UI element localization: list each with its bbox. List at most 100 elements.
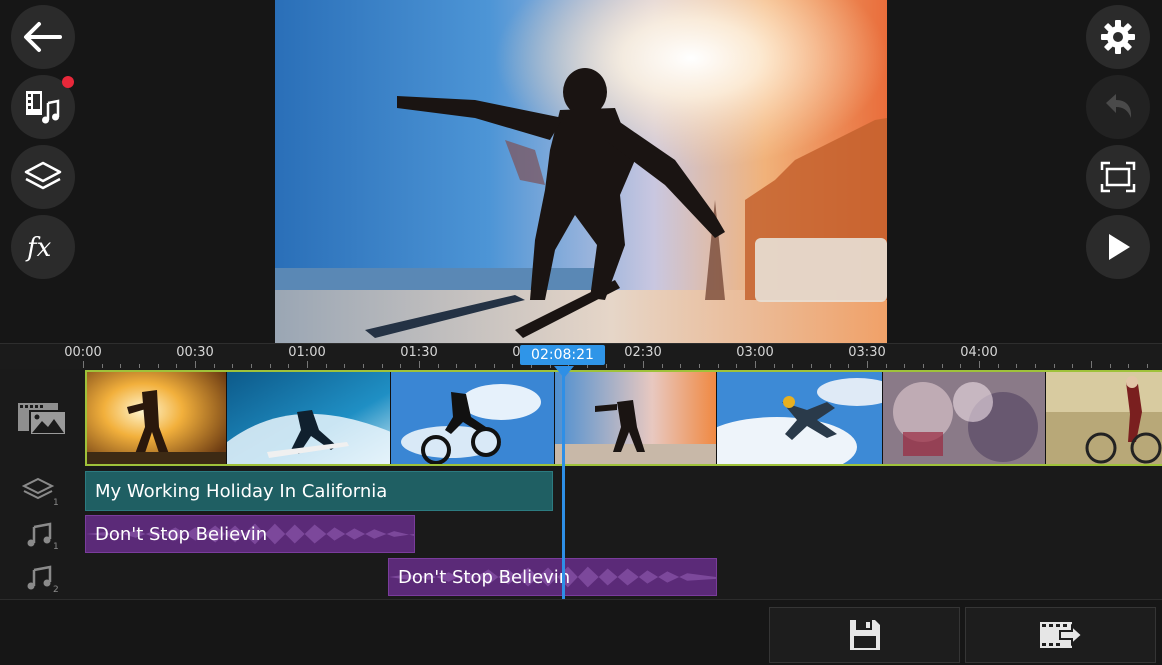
ruler-tick	[1072, 364, 1074, 368]
audio-clip-1[interactable]: Don't Stop Believin	[85, 515, 415, 553]
ruler-label: 00:30	[176, 345, 214, 360]
ruler-tick	[493, 364, 495, 368]
ruler-tick	[195, 361, 196, 368]
ruler-tick	[1147, 364, 1148, 368]
layer-track-index: 1	[53, 498, 59, 507]
video-preview[interactable]	[275, 0, 887, 343]
save-project-button[interactable]	[769, 607, 960, 663]
playhead-line[interactable]	[562, 366, 565, 599]
ruler-tick	[755, 361, 756, 368]
audio-track-2-icon-wrap: 2	[0, 556, 84, 599]
video-clip[interactable]	[391, 372, 556, 464]
ruler-tick	[288, 364, 290, 368]
ruler-tick	[1035, 364, 1036, 368]
play-icon	[1109, 234, 1130, 260]
export-video-button[interactable]	[965, 607, 1156, 663]
clip-thumbnail	[717, 372, 882, 464]
ruler-tick	[736, 364, 738, 368]
ruler-tick	[773, 364, 775, 368]
layers-button[interactable]	[11, 145, 75, 209]
playhead-handle[interactable]	[554, 366, 574, 378]
ruler-tick	[941, 364, 943, 368]
ruler-tick	[1128, 364, 1130, 368]
ruler-label: 04:00	[960, 345, 998, 360]
ruler-tick	[456, 364, 458, 368]
undo-button[interactable]	[1086, 75, 1150, 139]
ruler-tick	[885, 364, 887, 368]
ruler-label: 00:00	[64, 345, 102, 360]
video-clip[interactable]	[882, 372, 1046, 464]
play-button[interactable]	[1086, 215, 1150, 279]
layer-track-icon-wrap: 1	[0, 469, 84, 513]
ruler-tick	[251, 364, 252, 368]
fullscreen-button[interactable]	[1086, 145, 1150, 209]
layers-icon: 1	[22, 477, 59, 507]
video-track[interactable]	[85, 370, 1162, 466]
layers-icon	[24, 161, 62, 190]
settings-button[interactable]	[1086, 5, 1150, 69]
ruler-tick	[699, 364, 700, 368]
text-layer-title: My Working Holiday In California	[95, 480, 388, 502]
fx-button[interactable]: fx	[11, 215, 75, 279]
save-icon	[849, 620, 880, 650]
ruler-tick	[101, 364, 103, 368]
preview-frame	[275, 0, 887, 343]
clip-thumbnail	[555, 372, 717, 464]
ruler-tick	[512, 364, 514, 368]
audio-track-1-index: 1	[53, 542, 59, 551]
clip-thumbnail	[882, 372, 1045, 464]
video-clip[interactable]	[555, 372, 718, 464]
ruler-tick	[1109, 364, 1111, 368]
ruler-label: 03:00	[736, 345, 774, 360]
ruler-tick	[307, 361, 308, 368]
audio-clip-2-title: Don't Stop Believin	[398, 566, 571, 588]
audio-track-2-index: 2	[53, 585, 59, 594]
video-clip[interactable]	[717, 372, 883, 464]
ruler-tick	[792, 364, 794, 368]
ruler-tick	[400, 364, 402, 368]
text-layer-clip[interactable]: My Working Holiday In California	[85, 471, 553, 511]
video-clip[interactable]	[1045, 372, 1162, 464]
music-note-icon: 2	[27, 564, 59, 594]
audio-clip-2[interactable]: Don't Stop Believin	[388, 558, 717, 596]
ruler-tick	[120, 364, 122, 368]
audio-clip-1-title: Don't Stop Believin	[95, 523, 268, 545]
ruler-tick	[437, 364, 439, 368]
notification-dot	[62, 76, 74, 88]
ruler-tick	[325, 364, 327, 368]
video-clip[interactable]	[227, 372, 392, 464]
ruler-tick	[139, 364, 140, 368]
export-video-icon	[1039, 622, 1083, 648]
ruler-tick	[475, 364, 476, 368]
ruler-tick	[363, 364, 364, 368]
music-note-icon: 1	[27, 521, 59, 551]
back-button[interactable]	[11, 5, 75, 69]
ruler-tick	[605, 364, 607, 368]
ruler-tick	[811, 364, 812, 368]
playhead-time: 02:08:21	[520, 345, 605, 365]
ruler-tick	[904, 364, 906, 368]
ruler-tick	[83, 361, 84, 368]
ruler-tick	[1016, 364, 1018, 368]
ruler-tick	[381, 364, 383, 368]
undo-icon	[1106, 94, 1132, 118]
ruler-tick	[419, 361, 420, 368]
audio-track-1-icon-wrap: 1	[0, 513, 84, 556]
ruler-label: 03:30	[848, 345, 886, 360]
photo-video-icon	[18, 403, 67, 436]
ruler-tick	[232, 364, 234, 368]
ruler-tick	[661, 364, 663, 368]
video-clip[interactable]	[87, 372, 228, 464]
ruler-tick	[829, 364, 831, 368]
ruler-label: 01:30	[400, 345, 438, 360]
ruler-tick	[344, 364, 346, 368]
ruler-tick	[643, 361, 644, 368]
video-track-icon-wrap	[0, 369, 84, 469]
ruler-tick	[867, 361, 868, 368]
ruler-tick	[960, 364, 962, 368]
back-arrow-icon	[24, 22, 62, 52]
ruler-tick	[680, 364, 682, 368]
clip-thumbnail	[87, 372, 227, 464]
media-library-icon	[26, 91, 60, 124]
ruler-tick	[213, 364, 215, 368]
